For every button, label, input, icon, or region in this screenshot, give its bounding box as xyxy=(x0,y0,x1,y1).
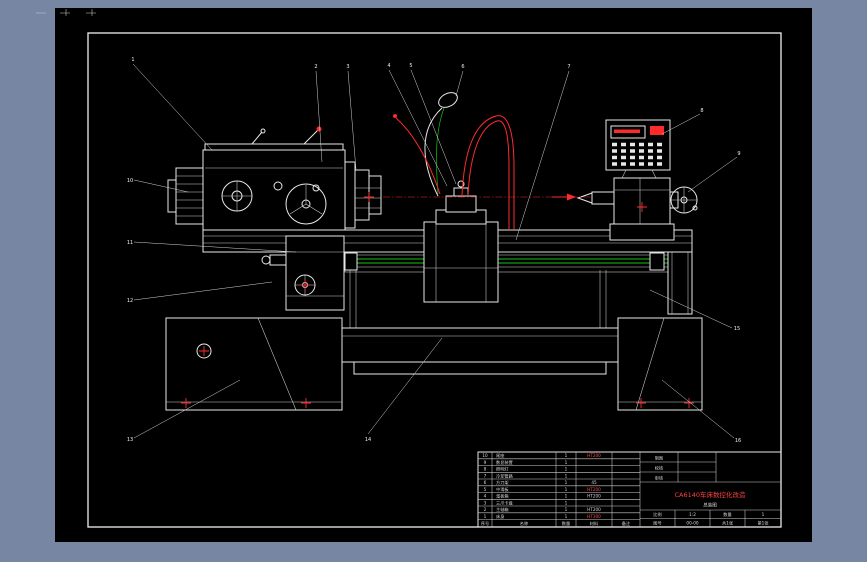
tool-post xyxy=(445,195,477,213)
bom-cell: HT300 xyxy=(587,514,601,519)
info-cell: 1 xyxy=(762,512,765,517)
bom-cell: 数显装置 xyxy=(496,459,513,466)
callout-label: 4 xyxy=(387,63,390,69)
info-cell: 比例 xyxy=(653,511,661,518)
drawing-title: CA6140车床数控化改造 xyxy=(674,490,746,499)
bom-cell: 三爪卡盘 xyxy=(496,499,513,506)
callout-label: 2 xyxy=(314,64,317,70)
bom-cell: 溜板箱 xyxy=(496,493,509,500)
bom-cell: 1 xyxy=(565,500,568,505)
callout-label: 9 xyxy=(737,151,740,157)
bom-header-cell: 数量 xyxy=(562,520,570,527)
bom-cell: 10 xyxy=(482,453,488,458)
bom-cell: 4 xyxy=(484,494,487,499)
end-bracket xyxy=(667,251,693,315)
callout-label: 11 xyxy=(127,240,133,246)
bom-cell: 1 xyxy=(565,507,568,512)
bom-cell: 7 xyxy=(484,473,487,478)
bom-cell: 9 xyxy=(484,460,487,465)
chip-tray xyxy=(341,327,619,375)
sign-label: 制图 xyxy=(655,454,663,461)
bom-cell: 1 xyxy=(484,514,487,519)
callout-label: 5 xyxy=(409,63,412,69)
cad-viewport[interactable]: 1 2 3 4 5 6 7 8 9 10 11 12 13 14 15 16 1… xyxy=(0,0,867,562)
bom-cell: 1 xyxy=(565,480,568,485)
bom-cell: 45 xyxy=(591,480,597,485)
bom-cell: 床身 xyxy=(496,513,504,520)
bom-cell: HT200 xyxy=(587,453,601,458)
callout-label: 8 xyxy=(700,108,703,114)
bom-cell: 3 xyxy=(484,500,487,505)
bom-cell: 1 xyxy=(565,487,568,492)
bom-cell: HT200 xyxy=(587,494,601,499)
lever-knob xyxy=(316,126,322,132)
callout-label: 14 xyxy=(365,437,371,443)
info-cell: 共1张 xyxy=(722,519,734,526)
bom-cell: 1 xyxy=(565,494,568,499)
sign-label: 审核 xyxy=(655,474,664,481)
bom-cell: 1 xyxy=(565,467,568,472)
bom-header-cell: 材料 xyxy=(590,520,599,527)
callout-label: 3 xyxy=(346,64,349,70)
bom-cell: 6 xyxy=(484,480,487,485)
callout-label: 10 xyxy=(127,178,133,184)
bom-cell: 主轴箱 xyxy=(496,506,509,513)
bom-cell: 冷却管路 xyxy=(496,472,514,479)
info-cell: 1:2 xyxy=(689,512,696,517)
callout-label: 16 xyxy=(735,438,741,444)
info-cell: 00-00 xyxy=(686,520,699,525)
info-cell: 数量 xyxy=(723,511,731,518)
dro-panel xyxy=(605,119,671,179)
callout-label: 1 xyxy=(131,57,134,63)
bom-cell: 2 xyxy=(484,507,487,512)
bom-cell: 1 xyxy=(565,460,568,465)
signature-rows: 制图 校核 审核 xyxy=(655,454,664,481)
callout-label: 6 xyxy=(461,64,464,70)
drawing-subtitle: 总装图 xyxy=(703,502,717,509)
sign-label: 校核 xyxy=(655,464,664,471)
bom-header-cell: 序号 xyxy=(481,520,489,527)
bom-header-cell: 名称 xyxy=(520,520,528,527)
dro-readout xyxy=(614,129,640,133)
cad-viewer: 1 2 3 4 5 6 7 8 9 10 11 12 13 14 15 16 1… xyxy=(0,0,867,562)
bom-cell: 8 xyxy=(484,467,487,472)
callout-label: 13 xyxy=(127,437,133,443)
left-pedestal xyxy=(165,317,343,411)
bom-header-cell: 备注 xyxy=(622,520,631,527)
bom-cell: 照明灯 xyxy=(496,466,509,473)
bom-cell: 中滑板 xyxy=(496,486,509,493)
dro-power-key xyxy=(650,126,664,135)
callout-label: 15 xyxy=(734,326,740,332)
quill xyxy=(591,191,615,205)
bom-cell: 方刀架 xyxy=(496,479,509,486)
bom-cell: 1 xyxy=(565,453,568,458)
info-cell: 第1张 xyxy=(757,519,769,526)
bom-cell: 5 xyxy=(484,487,487,492)
bom-cell: HT200 xyxy=(587,487,601,492)
bom-cell: 1 xyxy=(565,514,568,519)
callout-label: 7 xyxy=(567,64,570,70)
bom-cell: 1 xyxy=(565,473,568,478)
coolant-nozzle xyxy=(393,114,397,118)
callout-label: 12 xyxy=(127,298,133,304)
bom-cell: 尾座 xyxy=(496,452,504,459)
bom-cell: HT200 xyxy=(587,507,601,512)
right-pedestal xyxy=(617,317,703,411)
